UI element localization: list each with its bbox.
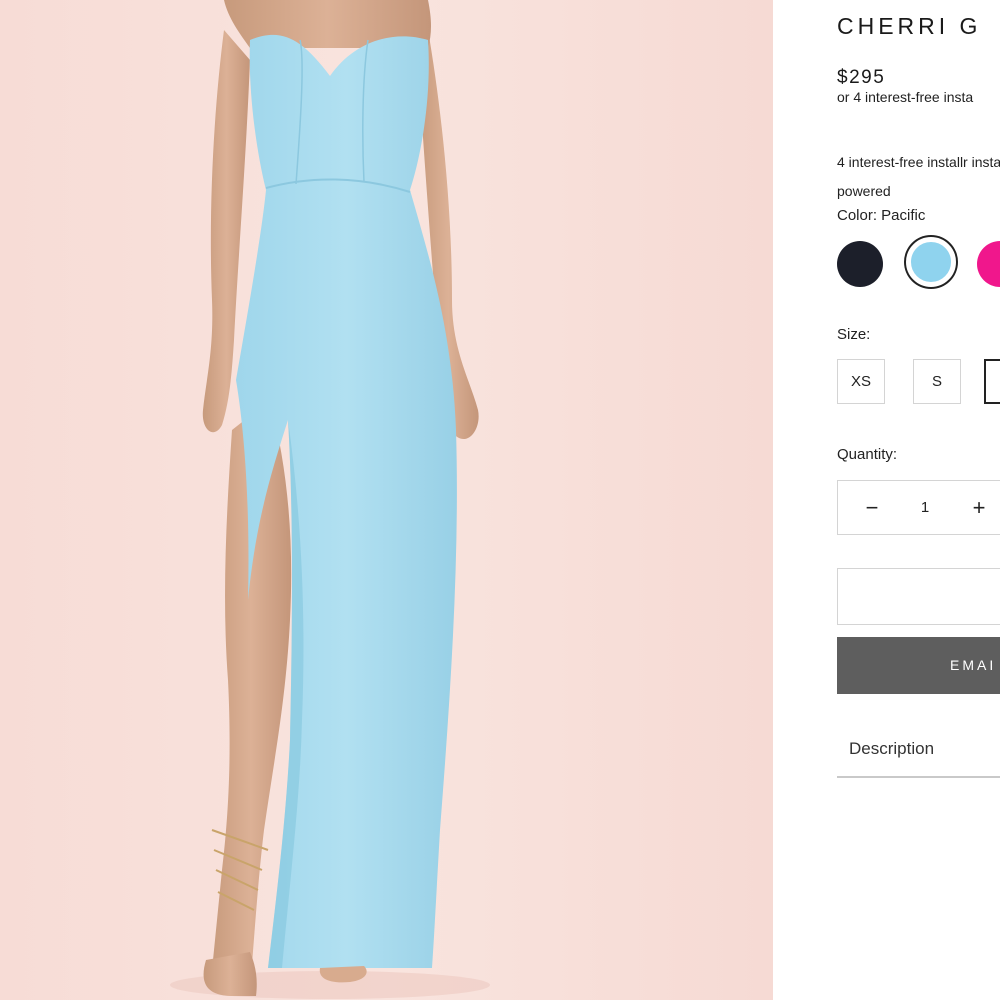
description-label: Description: [849, 739, 935, 758]
email-button[interactable]: EMAI: [837, 637, 1000, 694]
description-accordion[interactable]: Description: [837, 724, 1000, 778]
quantity-value[interactable]: 1: [910, 481, 940, 534]
color-label: Color: Pacific: [837, 207, 926, 224]
quantity-label: Quantity:: [837, 446, 898, 463]
product-title: CHERRI G: [837, 13, 982, 39]
add-to-cart-button[interactable]: [837, 568, 1000, 625]
installments-powered-note: 4 interest-free installr installments po…: [837, 154, 1000, 199]
size-option-s[interactable]: S: [913, 359, 961, 404]
color-swatch-pacific[interactable]: [906, 237, 956, 287]
quantity-increase-button[interactable]: +: [959, 481, 999, 534]
dress-model-illustration: [0, 0, 773, 1000]
product-photo: [0, 0, 773, 1000]
size-option-xs[interactable]: XS: [837, 359, 885, 404]
email-button-label: EMAI: [950, 657, 997, 673]
color-swatch-pink[interactable]: [977, 241, 1000, 287]
product-info-panel: CHERRI G $295 or 4 interest-free insta 4…: [773, 0, 1000, 1000]
size-option-selected[interactable]: [984, 359, 1000, 404]
product-page: CHERRI G $295 or 4 interest-free insta 4…: [0, 0, 1000, 1000]
installments-note: or 4 interest-free insta: [837, 89, 974, 105]
quantity-stepper: − 1 +: [837, 480, 1000, 535]
product-price: $295: [837, 67, 886, 88]
color-swatch-black[interactable]: [837, 241, 883, 287]
quantity-decrease-button[interactable]: −: [852, 481, 892, 534]
size-label: Size:: [837, 326, 871, 343]
